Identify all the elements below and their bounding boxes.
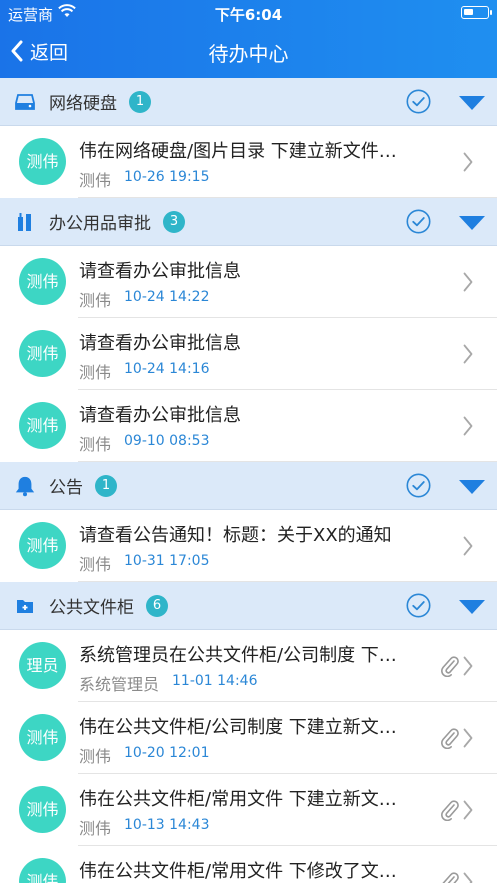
item-sender: 测伟	[79, 819, 112, 838]
collapse-caret-icon[interactable]	[459, 215, 485, 230]
avatar: 测伟	[19, 786, 66, 833]
office-supplies-icon	[14, 211, 36, 233]
item-time: 10-24 14:16	[124, 361, 210, 377]
attachment-icon	[439, 871, 459, 883]
section-title: 公共文件柜	[49, 598, 134, 618]
count-badge: 6	[146, 594, 168, 617]
list-item[interactable]: 测伟 请查看办公审批信息 测伟 10-24 14:22	[0, 246, 497, 318]
avatar: 测伟	[19, 258, 66, 305]
section-header[interactable]: 办公用品审批 3	[0, 198, 497, 246]
section-title: 公告	[49, 478, 83, 498]
chevron-right-icon	[463, 416, 473, 436]
list-item[interactable]: 测伟 伟在网络硬盘/图片目录 下建立新文件… 测伟 10-26 19:15	[0, 126, 497, 198]
item-time: 11-01 14:46	[172, 673, 258, 689]
avatar: 测伟	[19, 714, 66, 761]
section-title: 网络硬盘	[49, 94, 117, 114]
item-sender: 测伟	[79, 291, 112, 310]
item-sender: 测伟	[79, 363, 112, 382]
list-item[interactable]: 测伟 伟在公共文件柜/常用文件 下修改了文…	[0, 846, 497, 883]
avatar: 测伟	[19, 522, 66, 569]
item-sender: 测伟	[79, 171, 112, 190]
item-sender: 测伟	[79, 555, 112, 574]
chevron-right-icon	[463, 872, 473, 883]
list-item[interactable]: 测伟 请查看公告通知！标题：关于XX的通知 测伟 10-31 17:05	[0, 510, 497, 582]
item-title: 伟在网络硬盘/图片目录 下建立新文件…	[79, 141, 397, 162]
item-time: 09-10 08:53	[124, 433, 210, 449]
folder-add-icon	[14, 595, 36, 617]
page-title: 待办中心	[208, 42, 289, 66]
hard-drive-icon	[14, 91, 36, 113]
avatar: 测伟	[19, 138, 66, 185]
chevron-right-icon	[463, 656, 473, 676]
mark-all-read-icon[interactable]	[406, 593, 431, 618]
item-sender: 系统管理员	[79, 675, 160, 694]
attachment-icon	[439, 727, 459, 750]
nav-bar: 返回 待办中心	[0, 26, 497, 78]
collapse-caret-icon[interactable]	[459, 599, 485, 614]
section-header[interactable]: 网络硬盘 1	[0, 78, 497, 126]
item-title: 请查看办公审批信息	[79, 405, 241, 426]
section-header[interactable]: 公共文件柜 6	[0, 582, 497, 630]
chevron-right-icon	[463, 152, 473, 172]
item-title: 系统管理员在公共文件柜/公司制度 下…	[79, 645, 397, 666]
chevron-right-icon	[463, 536, 473, 556]
item-sender: 测伟	[79, 435, 112, 454]
avatar: 测伟	[19, 330, 66, 377]
item-time: 10-26 19:15	[124, 169, 210, 185]
chevron-right-icon	[463, 800, 473, 820]
item-time: 10-24 14:22	[124, 289, 210, 305]
status-bar: 运营商 下午6:04	[0, 0, 497, 26]
section-title: 办公用品审批	[49, 214, 151, 234]
list-item[interactable]: 测伟 请查看办公审批信息 测伟 10-24 14:16	[0, 318, 497, 390]
collapse-caret-icon[interactable]	[459, 95, 485, 110]
chevron-right-icon	[463, 344, 473, 364]
avatar: 理员	[19, 642, 66, 689]
chevron-right-icon	[463, 728, 473, 748]
app-header: 运营商 下午6:04 返回 待办中心	[0, 0, 497, 78]
list-item[interactable]: 测伟 请查看办公审批信息 测伟 09-10 08:53	[0, 390, 497, 462]
collapse-caret-icon[interactable]	[459, 479, 485, 494]
section-header[interactable]: 公告 1	[0, 462, 497, 510]
bell-icon	[14, 475, 36, 497]
item-sender: 测伟	[79, 747, 112, 766]
item-title: 伟在公共文件柜/常用文件 下建立新文…	[79, 789, 397, 810]
attachment-icon	[439, 799, 459, 822]
mark-all-read-icon[interactable]	[406, 209, 431, 234]
item-time: 10-31 17:05	[124, 553, 210, 569]
chevron-right-icon	[463, 272, 473, 292]
count-badge: 3	[163, 210, 185, 233]
item-title: 伟在公共文件柜/公司制度 下建立新文…	[79, 717, 397, 738]
count-badge: 1	[95, 474, 117, 497]
avatar: 测伟	[19, 858, 66, 883]
item-title: 请查看办公审批信息	[79, 261, 241, 282]
avatar: 测伟	[19, 402, 66, 449]
item-time: 10-20 12:01	[124, 745, 210, 761]
item-title: 伟在公共文件柜/常用文件 下修改了文…	[79, 861, 397, 882]
count-badge: 1	[129, 90, 151, 113]
status-time: 下午6:04	[214, 6, 283, 24]
mark-all-read-icon[interactable]	[406, 473, 431, 498]
item-time: 10-13 14:43	[124, 817, 210, 833]
attachment-icon	[439, 655, 459, 678]
item-title: 请查看公告通知！标题：关于XX的通知	[79, 525, 392, 546]
list-item[interactable]: 测伟 伟在公共文件柜/常用文件 下建立新文… 测伟 10-13 14:43	[0, 774, 497, 846]
item-title: 请查看办公审批信息	[79, 333, 241, 354]
battery-icon	[461, 6, 492, 19]
list-item[interactable]: 理员 系统管理员在公共文件柜/公司制度 下… 系统管理员 11-01 14:46	[0, 630, 497, 702]
list-item[interactable]: 测伟 伟在公共文件柜/公司制度 下建立新文… 测伟 10-20 12:01	[0, 702, 497, 774]
mark-all-read-icon[interactable]	[406, 89, 431, 114]
